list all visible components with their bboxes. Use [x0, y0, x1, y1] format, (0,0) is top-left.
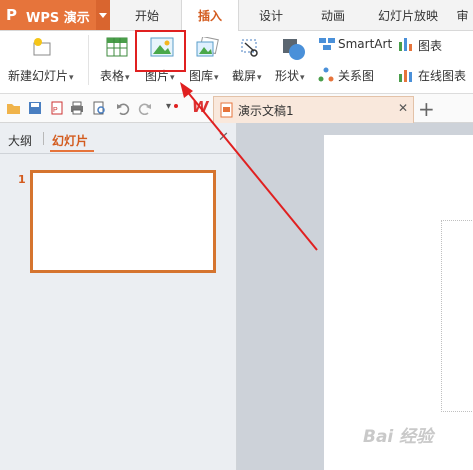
new-slide-label: 新建幻灯片: [8, 67, 74, 84]
print-preview-icon[interactable]: [92, 101, 106, 115]
save-icon[interactable]: [28, 101, 42, 115]
screenshot-label: 截屏: [232, 67, 262, 84]
chart-label: 图表: [418, 39, 443, 53]
new-tab-plus-icon[interactable]: +: [418, 97, 435, 121]
app-name: WPS 演示: [26, 11, 90, 26]
screenshot-button[interactable]: 截屏: [230, 35, 268, 85]
scissors-icon: [241, 39, 258, 57]
panel-tabs: 大纲 幻灯片 ✕: [0, 123, 236, 154]
wps-w-logo-icon: W: [192, 98, 209, 116]
undo-icon[interactable]: [116, 101, 130, 115]
tab-review[interactable]: 审: [452, 0, 473, 30]
shapes-label: 形状: [275, 67, 305, 84]
wps-logo-icon: P: [6, 6, 17, 24]
gallery-label: 图库: [189, 67, 219, 84]
tab-outline[interactable]: 大纲: [8, 132, 32, 149]
document-tab[interactable]: 演示文稿1 ✕: [213, 96, 414, 123]
shapes-icon: [283, 39, 305, 60]
new-slide-icon: [33, 38, 51, 56]
chart-button[interactable]: 图表: [398, 35, 446, 55]
relation-label: 关系图: [338, 69, 375, 83]
presentation-file-icon: [220, 102, 233, 118]
close-panel-icon[interactable]: ✕: [218, 130, 229, 145]
tab-slideshow[interactable]: 幻灯片放映: [368, 0, 448, 30]
tab-insert[interactable]: 插入: [181, 0, 239, 31]
close-tab-icon[interactable]: ✕: [398, 101, 408, 115]
highlight-box: [135, 30, 186, 72]
document-title: 演示文稿1: [238, 104, 294, 118]
shapes-button[interactable]: 形状: [273, 35, 315, 85]
tab-slides[interactable]: 幻灯片: [52, 132, 88, 149]
online-chart-label: 在线图表: [418, 69, 467, 83]
tab-design[interactable]: 设计: [248, 0, 294, 30]
export-pdf-icon[interactable]: P: [50, 101, 64, 115]
slide-number: 1: [18, 173, 26, 186]
app-menu-button[interactable]: P WPS 演示: [0, 0, 110, 30]
gallery-button[interactable]: 图库: [186, 35, 228, 85]
table-button[interactable]: 表格: [97, 35, 135, 85]
smartart-icon: [319, 38, 335, 50]
print-icon[interactable]: [70, 101, 84, 115]
tab-animation[interactable]: 动画: [310, 0, 356, 30]
relation-diagram-button[interactable]: 关系图: [318, 65, 380, 85]
slide-thumbnail[interactable]: [30, 170, 216, 273]
new-slide-button[interactable]: 新建幻灯片: [6, 35, 78, 85]
watermark: Bai 经验: [363, 427, 434, 447]
bar-chart-icon: [399, 38, 412, 51]
placeholder-outline[interactable]: [441, 220, 473, 412]
svg-text:P: P: [53, 107, 58, 114]
tab-separator: [43, 132, 44, 145]
gallery-icon: [196, 37, 219, 57]
tab-home[interactable]: 开始: [124, 0, 170, 30]
open-folder-icon[interactable]: [6, 101, 20, 115]
smartart-button[interactable]: SmartArt: [318, 35, 394, 55]
table-icon: [106, 37, 128, 57]
ribbon-divider: [88, 35, 89, 85]
relation-icon: [318, 67, 334, 82]
online-chart-icon: [399, 70, 412, 82]
redo-icon[interactable]: [138, 101, 152, 115]
customize-toolbar-chevron-icon[interactable]: ▾: [166, 101, 171, 112]
online-chart-button[interactable]: 在线图表: [398, 65, 470, 85]
ribbon: 新建幻灯片 表格 图片 图库: [0, 31, 473, 94]
active-tab-underline: [50, 150, 94, 152]
table-label: 表格: [100, 67, 130, 84]
app-menu-dropdown-icon[interactable]: [96, 0, 110, 30]
smartart-label: SmartArt: [338, 37, 393, 51]
